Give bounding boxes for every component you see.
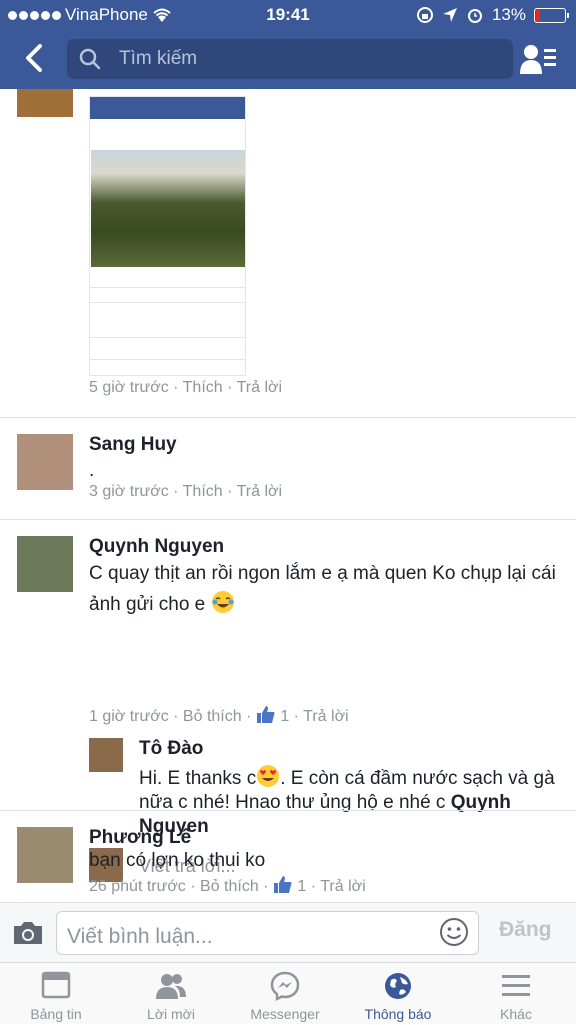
friends-list-icon[interactable] — [518, 42, 558, 76]
like-thumb-icon — [256, 706, 275, 723]
status-bar: VinaPhone 19:41 13% — [0, 0, 576, 30]
commenter-name[interactable]: Sang Huy — [89, 434, 177, 456]
comment-item: Sang Huy . 3 giờ trước · Thích · Trả lời — [0, 418, 576, 520]
reply-text-start: Hi. E thanks c — [139, 768, 257, 789]
comment-time-unlike[interactable]: 26 phút trước · Bỏ thích · — [89, 878, 269, 895]
tab-news-feed[interactable]: Bảng tin — [6, 963, 106, 1025]
comment-text: C quay thịt an rồi ngon lắm e ạ mà quen … — [89, 558, 559, 620]
tears-of-joy-emoji-icon — [211, 591, 234, 613]
back-chevron-icon[interactable] — [20, 40, 50, 76]
location-icon — [442, 8, 457, 22]
attached-screenshot-image[interactable] — [89, 96, 246, 376]
tab-label: Thông báo — [364, 1006, 432, 1022]
top-navigation-bar: VinaPhone 19:41 13% Tìm kiếm — [0, 0, 576, 89]
avatar[interactable] — [17, 434, 73, 490]
menu-icon — [502, 975, 530, 996]
battery-icon — [534, 7, 569, 23]
camera-icon[interactable] — [12, 920, 44, 946]
messenger-icon — [270, 971, 300, 1001]
avatar[interactable] — [17, 827, 73, 883]
bottom-tab-bar: Bảng tin Lời mời Messenger Thông báo Khá… — [0, 962, 576, 1024]
tab-messenger[interactable]: Messenger — [235, 963, 335, 1025]
search-placeholder: Tìm kiếm — [119, 48, 198, 69]
commenter-name[interactable]: Phương Lê — [89, 827, 191, 849]
tab-label: Khác — [500, 1006, 532, 1022]
like-thumb-icon — [273, 876, 292, 893]
notifications-globe-icon — [385, 973, 411, 999]
comment-text-content: C quay thịt an rồi ngon lắm e ạ mà quen … — [89, 563, 556, 615]
comment-input[interactable]: Viết bình luận... — [56, 911, 479, 955]
tab-notifications[interactable]: Thông báo — [348, 963, 448, 1025]
tab-label: Bảng tin — [30, 1006, 82, 1022]
emoji-picker-icon[interactable] — [439, 917, 469, 947]
like-count[interactable]: 1 — [297, 878, 306, 895]
tab-more[interactable]: Khác — [466, 963, 566, 1025]
status-indicators: 13% — [416, 5, 569, 25]
reply-link[interactable]: · Trả lời — [311, 878, 366, 895]
heart-eyes-emoji-icon — [257, 765, 280, 787]
search-icon — [79, 48, 101, 70]
comment-item: Phương Lê bạn có lợn ko thui ko 26 phút … — [0, 811, 576, 901]
comment-composer: Viết bình luận... — [0, 902, 576, 962]
tab-label: Messenger — [250, 1006, 320, 1022]
alarm-icon — [467, 9, 482, 23]
rotation-lock-icon — [416, 7, 433, 23]
search-bar[interactable]: Tìm kiếm — [67, 39, 513, 79]
battery-percent: 13% — [491, 5, 526, 24]
avatar[interactable] — [17, 536, 73, 592]
like-count[interactable]: 1 — [280, 708, 289, 725]
tab-friend-requests[interactable]: Lời mời — [121, 963, 221, 1025]
comment-text: bạn có lợn ko thui ko — [89, 850, 266, 871]
comments-feed[interactable]: 5 giờ trước · Thích · Trả lời Sang Huy .… — [0, 89, 576, 901]
avatar[interactable] — [17, 89, 73, 117]
comment-meta[interactable]: 5 giờ trước · Thích · Trả lời — [89, 379, 282, 397]
post-button[interactable]: Đăng — [499, 918, 552, 942]
comment-meta: 26 phút trước · Bỏ thích · 1 · Trả lời — [89, 875, 366, 896]
comment-text: . — [89, 460, 95, 481]
avatar[interactable] — [89, 738, 123, 772]
comment-item: 5 giờ trước · Thích · Trả lời — [0, 89, 576, 417]
tab-label: Lời mời — [147, 1006, 195, 1022]
news-feed-icon — [41, 971, 71, 999]
comment-item: Quynh Nguyen C quay thịt an rồi ngon lắm… — [0, 520, 576, 882]
comment-meta: 1 giờ trước · Bỏ thích · 1 · Trả lời — [89, 705, 349, 726]
replier-name[interactable]: Tô Đào — [139, 738, 203, 760]
friend-requests-icon — [156, 974, 186, 999]
reply-link[interactable]: · Trả lời — [294, 708, 349, 725]
commenter-name[interactable]: Quynh Nguyen — [89, 536, 224, 558]
comment-meta[interactable]: 3 giờ trước · Thích · Trả lời — [89, 483, 282, 501]
comment-time-unlike[interactable]: 1 giờ trước · Bỏ thích · — [89, 708, 251, 725]
